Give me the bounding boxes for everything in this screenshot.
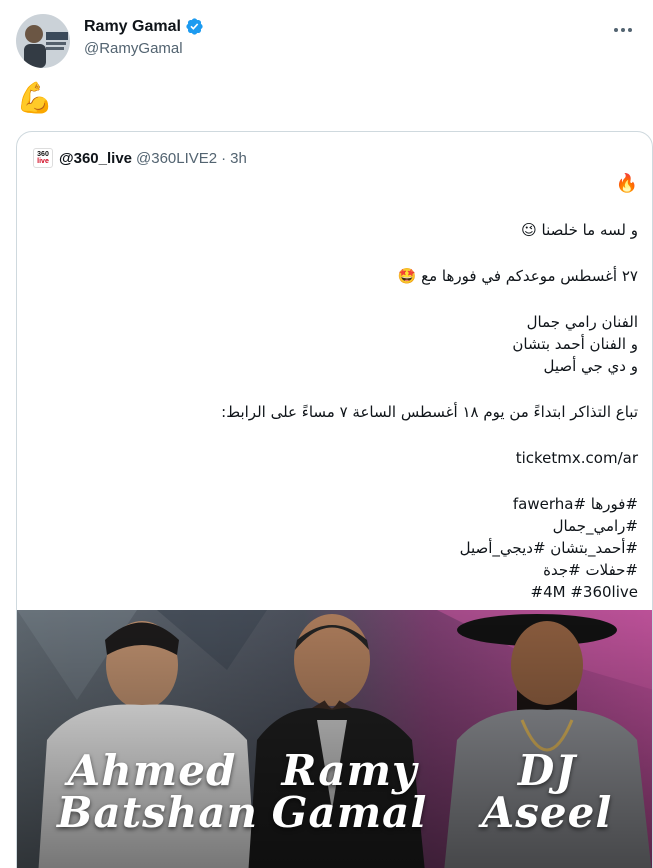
quoted-text-line: و دي جي أصيل — [543, 357, 638, 375]
more-options-icon[interactable] — [611, 18, 635, 42]
separator-dot: · — [221, 149, 227, 167]
quoted-text-line: تباع التذاكر ابتداءً من يوم ١٨ أغسطس الس… — [221, 403, 638, 421]
quoted-logo-text-top: 360 — [37, 151, 49, 158]
display-name[interactable]: Ramy Gamal — [84, 18, 181, 36]
quoted-text-line: و لسه ما خلصنا 😉 — [521, 221, 638, 239]
event-poster-image[interactable]: Ahmed Batshan Ramy Gamal DJ Aseel — [17, 610, 652, 868]
poster-caption-ramy: Ramy Gamal — [271, 746, 428, 837]
quoted-timestamp[interactable]: 3h — [230, 150, 247, 167]
quoted-text-line: الفنان رامي جمال — [526, 313, 638, 331]
hashtag-line[interactable]: #حفلات #جدة — [38, 560, 638, 582]
quoted-text-line: و الفنان أحمد بتشان — [512, 335, 638, 353]
quoted-display-name[interactable]: @360_live — [59, 150, 132, 167]
quoted-logo-text-bottom: live — [37, 158, 49, 165]
quoted-handle[interactable]: @360LIVE2 — [136, 150, 217, 167]
author-handle[interactable]: @RamyGamal — [84, 40, 204, 57]
quoted-tweet-header: 360 live @360_live @360LIVE2 · 3h — [33, 148, 247, 168]
hashtag-line[interactable]: #فورها #fawerha — [38, 494, 638, 516]
tweet-header: Ramy Gamal @RamyGamal — [16, 12, 637, 70]
fire-emoji-line: 🔥 — [615, 173, 638, 194]
poster-caption-dj: DJ Aseel — [481, 746, 613, 837]
quoted-avatar: 360 live — [33, 148, 53, 168]
tweet-text: 💪 — [16, 82, 54, 115]
verified-badge-icon — [185, 17, 204, 36]
ticket-link[interactable]: ticketmx.com/ar — [38, 448, 638, 470]
poster-caption-ahmed: Ahmed Batshan — [57, 746, 259, 837]
hashtag-line[interactable]: #رامي_جمال — [38, 516, 638, 538]
hashtag-line[interactable]: #أحمد_بتشان #ديجي_أصيل — [38, 538, 638, 560]
hashtag-line[interactable]: #4M #360live — [38, 582, 638, 604]
quoted-tweet[interactable]: 360 live @360_live @360LIVE2 · 3h 🔥 و لس… — [16, 131, 653, 868]
quoted-tweet-text: 🔥 و لسه ما خلصنا 😉 ٢٧ أغسطس موعدكم في فو… — [38, 174, 638, 604]
quoted-text-line: ٢٧ أغسطس موعدكم في فورها مع 🤩 — [397, 267, 638, 285]
avatar[interactable] — [16, 14, 70, 68]
